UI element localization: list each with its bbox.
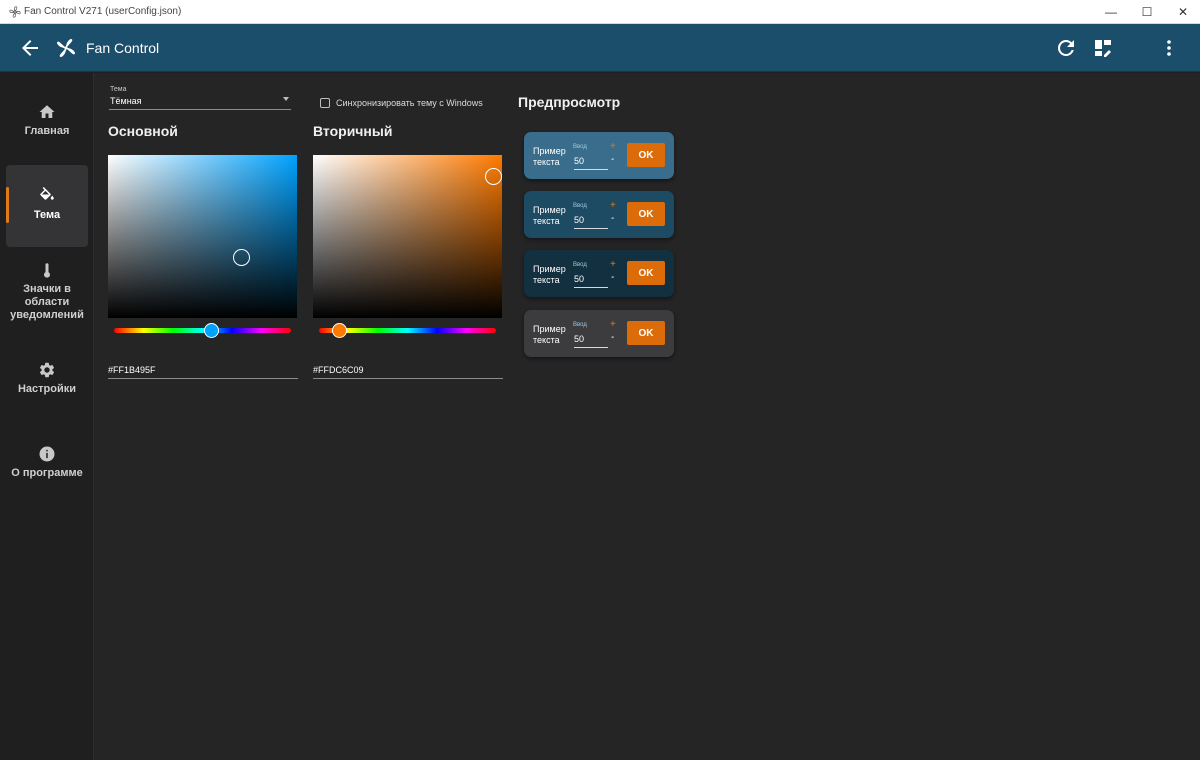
sidebar-item-label: Настройки [17,383,77,395]
dashboard-edit-icon[interactable] [1091,36,1115,60]
fan-app-icon [9,6,21,18]
sidebar-item-tray-icons[interactable]: Значки в области уведомлений [6,261,88,322]
sidebar: Главная Тема Значки в области уведомлени… [0,73,93,760]
close-button[interactable]: ✕ [1165,0,1200,24]
ok-button[interactable]: OK [627,321,665,345]
preview-input[interactable]: 50 [574,156,608,170]
app-title: Fan Control [86,40,160,56]
preview-card: Пример текста Ввод 50 + - OK [524,310,674,357]
info-icon [39,446,55,462]
secondary-hue-thumb[interactable] [332,323,347,338]
preview-title: Предпросмотр [518,94,621,110]
preview-sample-text: Пример текста [533,264,566,285]
increment-button[interactable]: + [610,200,616,211]
os-title-bar: Fan Control V271 (userConfig.json) — ☐ ✕ [0,0,1200,24]
sync-windows-theme-label: Синхронизировать тему с Windows [336,98,483,108]
preview-sample-text: Пример текста [533,324,566,345]
primary-hex-input[interactable]: #FF1B495F [108,363,298,379]
primary-saturation-value-picker[interactable] [108,155,297,318]
decrement-button[interactable]: - [611,154,614,165]
home-icon [39,105,55,118]
fan-logo-icon [57,39,75,57]
sync-windows-theme-checkbox[interactable] [320,98,330,108]
secondary-hex-input[interactable]: #FFDC6C09 [313,363,503,379]
app-bar: Fan Control [0,24,1200,72]
decrement-button[interactable]: - [611,332,614,343]
ok-button[interactable]: OK [627,261,665,285]
primary-hue-thumb[interactable] [204,323,219,338]
preview-sample-text: Пример текста [533,205,566,226]
back-arrow-icon[interactable] [18,36,42,60]
sidebar-item-label: Значки в области уведомлений [10,283,84,321]
preview-input-label: Ввод [573,262,587,268]
increment-button[interactable]: + [610,141,616,152]
primary-color-cursor[interactable] [233,249,250,266]
paint-bucket-icon [40,187,54,200]
secondary-hue-slider[interactable] [319,323,496,338]
gear-icon [39,362,55,378]
preview-card: Пример текста Ввод 50 + - OK [524,191,674,238]
preview-input-label: Ввод [573,322,587,328]
decrement-button[interactable]: - [611,272,614,283]
preview-input[interactable]: 50 [574,215,608,229]
sync-windows-theme-row[interactable]: Синхронизировать тему с Windows [320,98,483,108]
preview-input[interactable]: 50 [574,334,608,348]
ok-button[interactable]: OK [627,202,665,226]
sidebar-item-label: О программе [11,467,83,479]
minimize-button[interactable]: — [1093,0,1129,24]
preview-sample-text: Пример текста [533,146,566,167]
secondary-color-cursor[interactable] [485,168,502,185]
sidebar-item-label: Тема [33,209,61,221]
theme-select[interactable]: Тема Тёмная [109,84,291,110]
preview-card: Пример текста Ввод 50 + - OK [524,132,674,179]
sidebar-item-settings[interactable]: Настройки [6,361,88,396]
ok-button[interactable]: OK [627,143,665,167]
increment-button[interactable]: + [610,259,616,270]
maximize-button[interactable]: ☐ [1129,0,1165,24]
primary-color-title: Основной [108,123,178,139]
secondary-color-title: Вторичный [313,123,393,139]
chevron-down-icon [283,97,289,101]
increment-button[interactable]: + [610,319,616,330]
sidebar-item-theme[interactable]: Тема [6,165,88,247]
theme-select-label: Тема [110,86,127,93]
sidebar-item-home[interactable]: Главная [6,103,88,138]
thermometer-icon [44,263,50,278]
preview-card: Пример текста Ввод 50 + - OK [524,250,674,297]
primary-hue-slider[interactable] [114,323,291,338]
theme-select-value: Тёмная [110,96,142,106]
preview-input[interactable]: 50 [574,274,608,288]
decrement-button[interactable]: - [611,213,614,224]
preview-input-label: Ввод [573,144,587,150]
active-indicator [6,187,9,223]
refresh-icon[interactable] [1054,36,1078,60]
secondary-saturation-value-picker[interactable] [313,155,502,318]
sidebar-item-label: Главная [24,125,70,137]
more-vertical-icon[interactable] [1157,36,1181,60]
window-title: Fan Control V271 (userConfig.json) [24,6,182,17]
preview-input-label: Ввод [573,203,587,209]
sidebar-item-about[interactable]: О программе [6,445,88,480]
